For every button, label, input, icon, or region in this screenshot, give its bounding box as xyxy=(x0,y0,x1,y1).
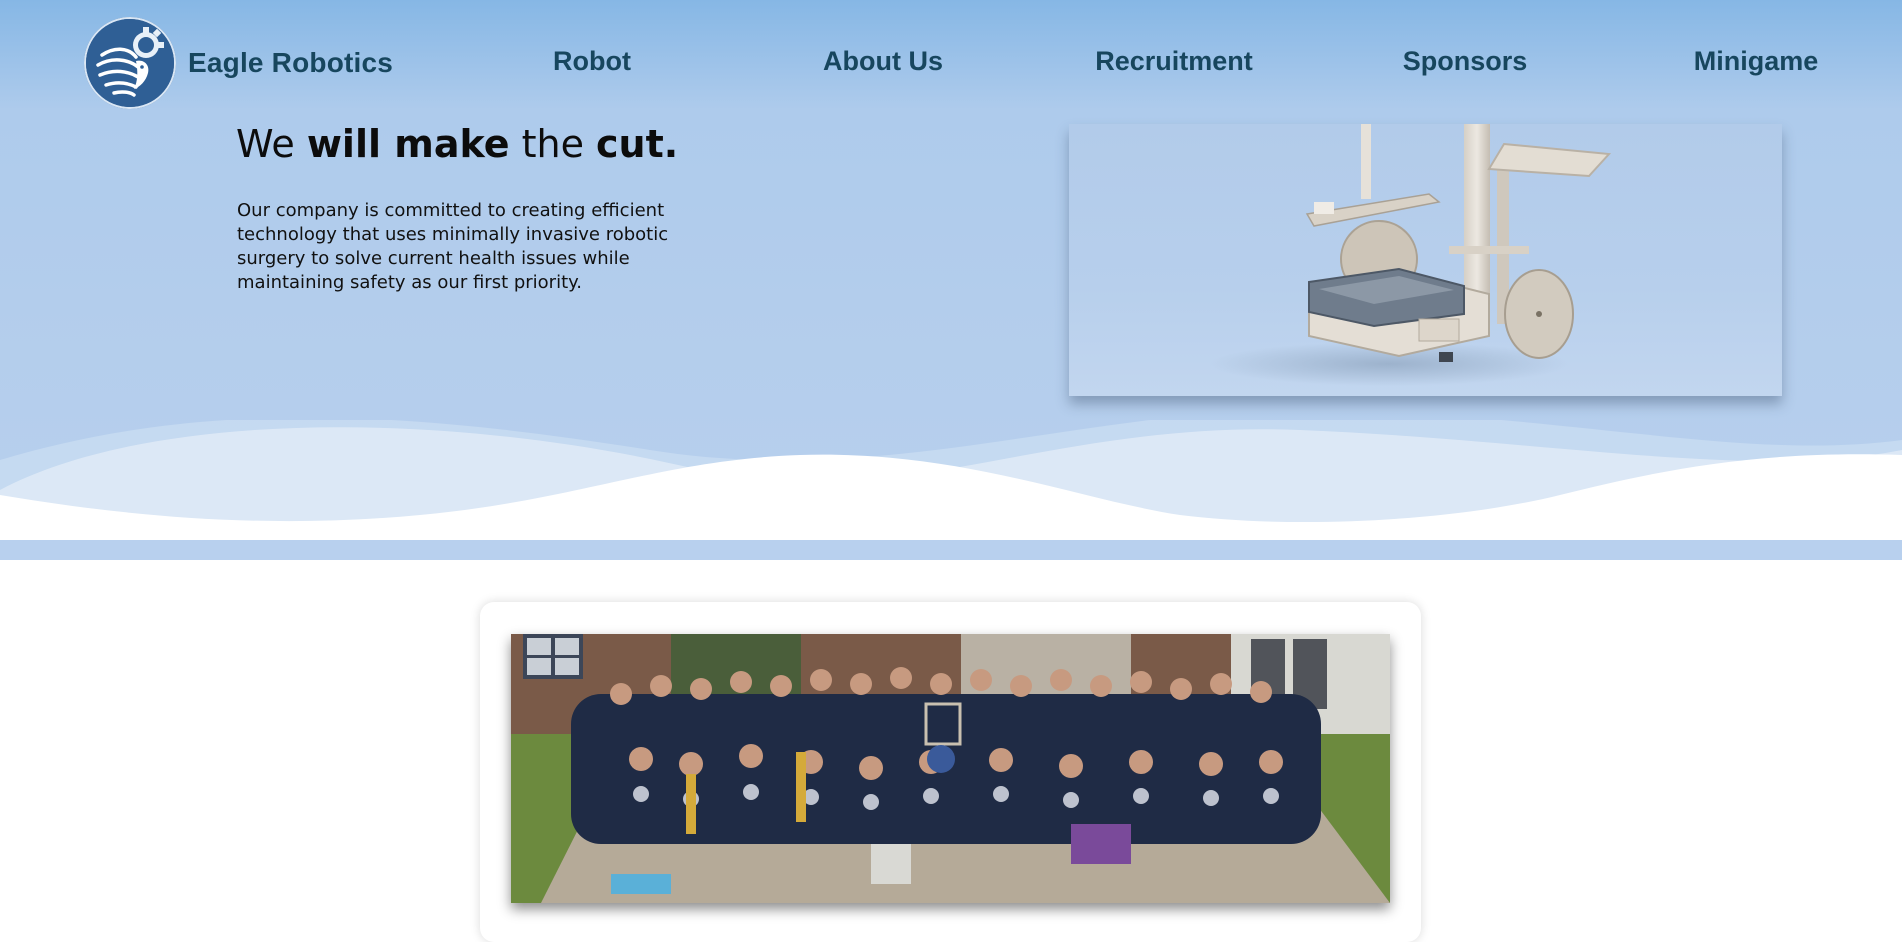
headline-part-will-make: will make xyxy=(306,122,510,166)
nav-link-sponsors[interactable]: Sponsors xyxy=(1403,46,1528,77)
nav-link-minigame[interactable]: Minigame xyxy=(1694,46,1819,77)
hero-headline: We will make the cut. xyxy=(236,122,678,166)
headline-part-the: the xyxy=(509,122,597,166)
nav-link-recruitment[interactable]: Recruitment xyxy=(1095,46,1253,77)
hero-description: Our company is committed to creating eff… xyxy=(237,200,669,293)
robot-render-image xyxy=(1069,124,1782,396)
brand-name: Eagle Robotics xyxy=(188,47,394,78)
brand-home-link[interactable]: Eagle Robotics xyxy=(84,17,393,109)
headline-part-cut: cut. xyxy=(596,122,679,166)
headline-part-we: We xyxy=(236,122,307,166)
team-photo-card xyxy=(480,602,1421,942)
team-group-photo xyxy=(511,634,1390,903)
wave-divider xyxy=(0,420,1902,540)
eagle-gear-logo-icon xyxy=(84,17,176,109)
nav-link-robot[interactable]: Robot xyxy=(553,46,631,77)
nav-link-about-us[interactable]: About Us xyxy=(823,46,943,77)
top-navbar: Eagle Robotics Robot About Us Recruitmen… xyxy=(0,0,1902,124)
